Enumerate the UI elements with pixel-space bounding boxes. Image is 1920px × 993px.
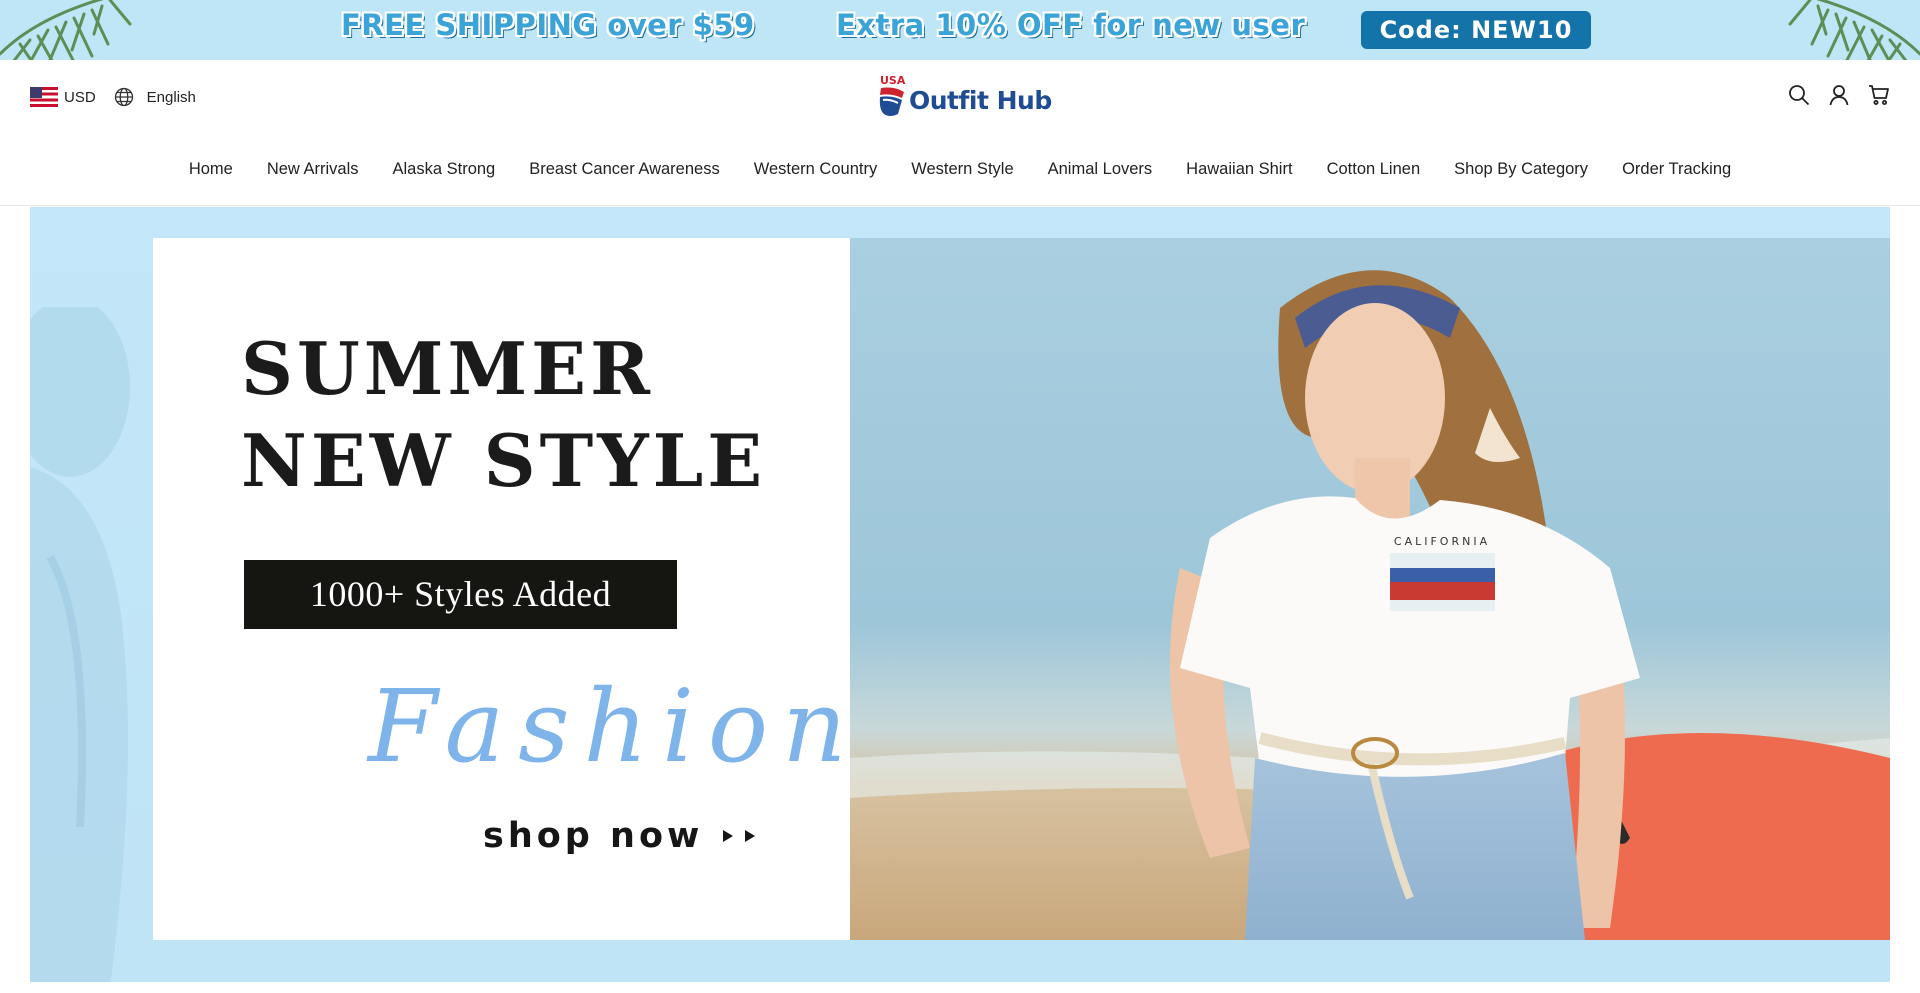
nav-item-new-arrivals[interactable]: New Arrivals [267, 160, 359, 179]
search-icon[interactable] [1788, 84, 1810, 106]
new-user-discount-text: Extra 10% OFF for new user [836, 8, 1306, 42]
language-selector[interactable]: English [147, 89, 196, 106]
hero-banner[interactable]: SUMMER NEW STYLE 1000+ Styles Added Fash… [30, 207, 1890, 982]
styles-added-badge: 1000+ Styles Added [244, 560, 677, 629]
cart-icon[interactable] [1868, 84, 1890, 106]
logo-wordmark: Outfit Hub [909, 86, 1052, 115]
header-actions [1788, 84, 1890, 106]
nav-item-animal-lovers[interactable]: Animal Lovers [1048, 160, 1153, 179]
account-icon[interactable] [1828, 84, 1850, 106]
hero-title-line1: SUMMER [241, 326, 654, 411]
nav-item-western-style[interactable]: Western Style [911, 160, 1013, 179]
nav-item-alaska-strong[interactable]: Alaska Strong [393, 160, 496, 179]
background-figure-image [30, 307, 130, 982]
logo-flag-mark [879, 87, 904, 116]
nav-item-western-country[interactable]: Western Country [754, 160, 878, 179]
nav-item-home[interactable]: Home [189, 160, 233, 179]
palm-leaf-decoration [0, 0, 132, 60]
nav-item-breast-cancer-awareness[interactable]: Breast Cancer Awareness [529, 160, 719, 179]
fashion-script-text: Fashion [368, 668, 861, 785]
main-navigation: Home New Arrivals Alaska Strong Breast C… [0, 160, 1920, 179]
hero-title-line2: NEW STYLE [241, 418, 767, 503]
palm-leaf-decoration [1788, 0, 1920, 60]
nav-item-hawaiian-shirt[interactable]: Hawaiian Shirt [1186, 160, 1292, 179]
globe-icon [114, 87, 133, 107]
us-flag-icon [30, 87, 58, 107]
model-beach-photo: CALIFORNIA [850, 238, 1890, 940]
shop-now-link[interactable]: shop now [483, 816, 703, 856]
promo-banner[interactable]: FREE SHIPPING over $59 Extra 10% OFF for… [0, 0, 1920, 60]
hero-text-panel: SUMMER NEW STYLE 1000+ Styles Added Fash… [153, 238, 850, 940]
site-header: USD English USA Outfit Hub Home New Arri… [0, 60, 1920, 206]
free-shipping-text: FREE SHIPPING over $59 [341, 8, 755, 42]
nav-item-order-tracking[interactable]: Order Tracking [1622, 160, 1731, 179]
nav-item-shop-by-category[interactable]: Shop By Category [1454, 160, 1588, 179]
site-logo[interactable]: USA Outfit Hub [876, 74, 1052, 120]
locale-selector: USD English [30, 87, 196, 107]
play-arrows-icon [723, 830, 755, 842]
promo-code-badge: Code: NEW10 [1361, 11, 1591, 49]
tshirt-print-text: CALIFORNIA [1394, 535, 1490, 548]
nav-item-cotton-linen[interactable]: Cotton Linen [1327, 160, 1421, 179]
currency-selector[interactable]: USD [64, 89, 96, 106]
